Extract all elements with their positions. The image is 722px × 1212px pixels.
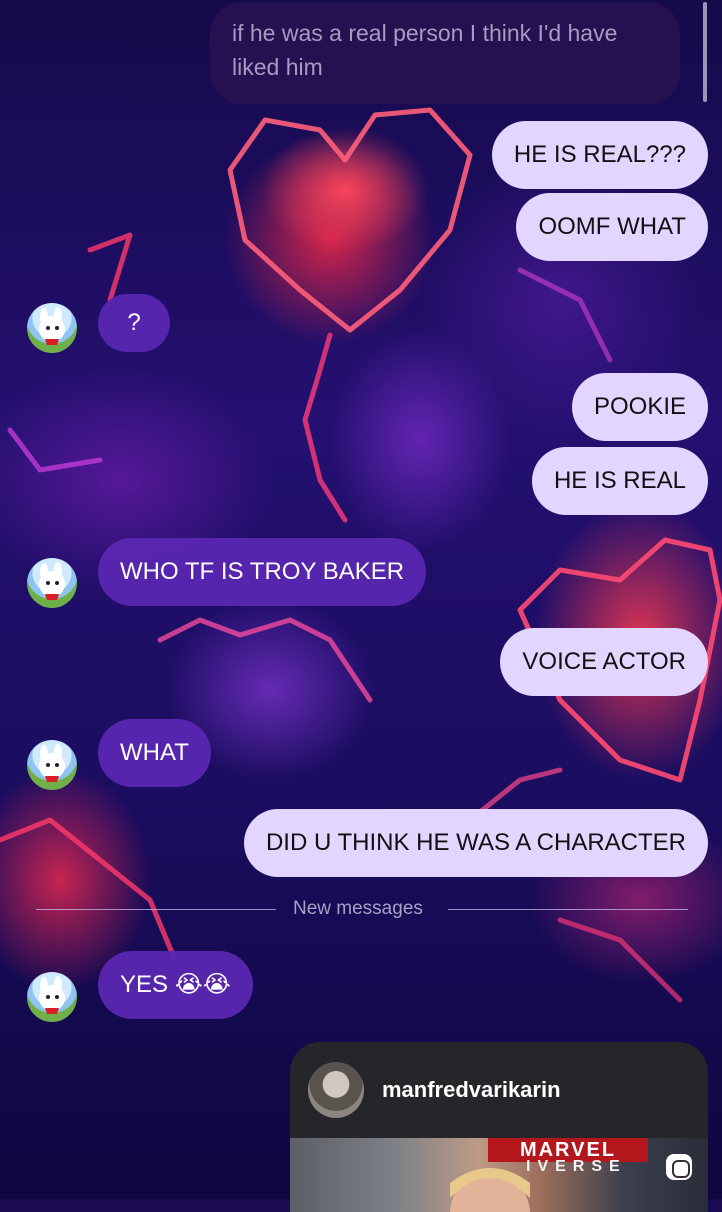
message-text: VOICE ACTOR — [522, 648, 686, 675]
new-messages-divider — [36, 909, 276, 910]
message-text: DID U THINK HE WAS A CHARACTER — [265, 829, 686, 856]
post-image-face — [450, 1168, 530, 1212]
message-bubble-received[interactable]: WHO TF IS TROY BAKER — [98, 538, 427, 606]
message-text: YES 😭😭 — [120, 971, 231, 998]
post-author-avatar[interactable] — [308, 1062, 364, 1118]
dog-avatar-icon — [39, 562, 65, 600]
message-text: HE IS REAL??? — [513, 141, 686, 168]
scrollbar[interactable] — [703, 2, 707, 102]
post-author-username[interactable]: manfredvarikarin — [382, 1077, 561, 1103]
message-text: OOMF WHAT — [538, 213, 686, 240]
message-bubble-received[interactable]: ? — [98, 294, 170, 352]
message-bubble-sent[interactable]: HE IS REAL??? — [491, 121, 708, 189]
message-text: WHO TF IS TROY BAKER — [120, 558, 405, 585]
dog-avatar[interactable] — [27, 558, 77, 608]
dog-avatar[interactable] — [27, 740, 77, 790]
message-text: WHAT — [120, 739, 189, 766]
message-text: HE IS REAL — [553, 467, 686, 494]
message-bubble-sent[interactable]: POOKIE — [571, 373, 708, 441]
message-text: ? — [127, 309, 141, 336]
copy-icon[interactable] — [662, 1150, 696, 1184]
message-text: if he was a real person I think I'd have… — [232, 20, 618, 80]
new-messages-label: New messages — [293, 898, 423, 919]
message-bubble-sent[interactable]: DID U THINK HE WAS A CHARACTER — [243, 809, 708, 877]
new-messages-divider — [448, 909, 688, 910]
shared-post-card[interactable]: manfredvarikarin MARVEL IVERSE — [290, 1042, 708, 1212]
message-bubble-sent[interactable]: HE IS REAL — [531, 447, 708, 515]
dog-avatar-icon — [39, 744, 65, 782]
dog-avatar-icon — [39, 307, 65, 345]
message-bubble-received[interactable]: WHAT — [98, 719, 211, 787]
dog-avatar-icon — [39, 976, 65, 1014]
dog-avatar[interactable] — [27, 972, 77, 1022]
message-bubble-received[interactable]: YES 😭😭 — [98, 951, 253, 1019]
dog-avatar[interactable] — [27, 303, 77, 353]
message-bubble-sent[interactable]: VOICE ACTOR — [500, 628, 708, 696]
message-text: POOKIE — [593, 393, 686, 420]
message-bubble-sent[interactable]: if he was a real person I think I'd have… — [210, 2, 680, 104]
post-image[interactable]: MARVEL IVERSE — [290, 1138, 708, 1212]
message-bubble-sent[interactable]: OOMF WHAT — [516, 193, 708, 261]
